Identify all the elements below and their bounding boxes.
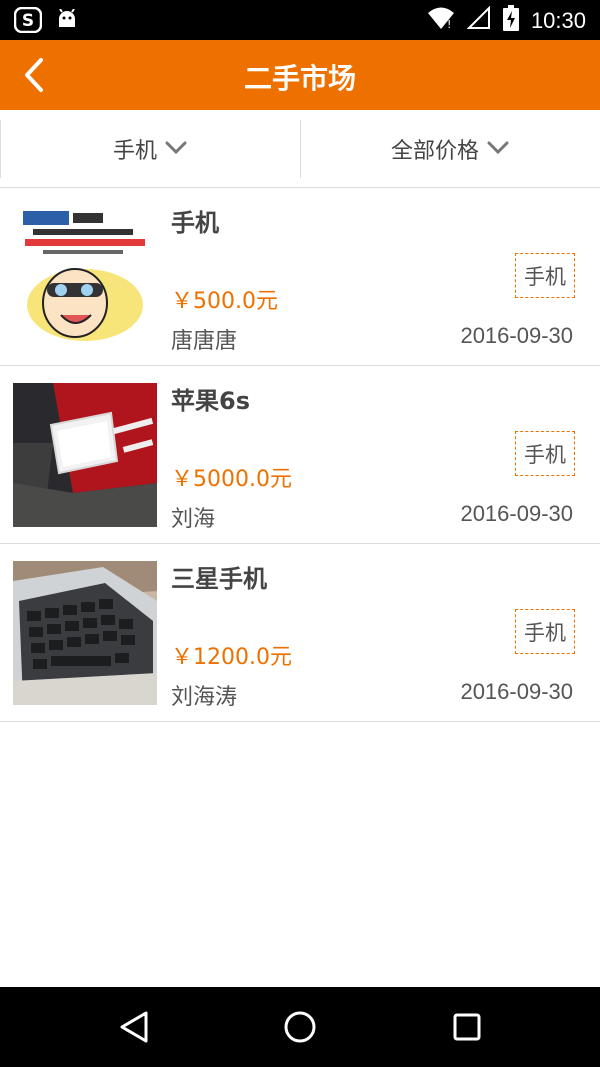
list-item[interactable]: 手机 手机 ￥500.0元 唐唐唐 2016-09-30 [0,188,600,366]
item-date: 2016-09-30 [460,323,573,348]
item-price: ￥5000.0元 [171,467,292,492]
item-seller: 唐唐唐 [171,329,238,354]
item-seller: 刘海涛 [171,685,238,710]
android-icon [56,8,78,35]
signal-icon [466,5,491,36]
category-tag: 手机 [515,431,575,476]
category-tag: 手机 [515,609,575,654]
svg-text:S: S [22,11,34,31]
sogou-icon: S [13,6,43,37]
phone-photo-image [13,383,157,527]
filter-bar: 手机 全部价格 [0,110,600,188]
filter-category[interactable]: 手机 [0,110,300,187]
item-price: ￥500.0元 [171,289,278,314]
item-seller: 刘海 [171,507,216,532]
item-date: 2016-09-30 [460,501,573,526]
filter-category-label: 手机 [112,138,157,164]
back-triangle-icon[interactable] [114,1007,154,1047]
system-nav-bar [0,987,600,1067]
chevron-down-icon [165,136,187,161]
app-bar: 二手市场 [0,40,600,110]
divider [300,120,301,178]
laptop-keyboard-image [13,561,157,705]
product-list: 手机 手机 ￥500.0元 唐唐唐 2016-09-30 苹果6s 手机 ￥50… [0,188,600,722]
wifi-icon: ! [427,6,455,36]
item-title: 三星手机 [171,565,267,593]
item-title: 手机 [171,209,219,237]
status-bar: S ! 10:30 [0,0,600,40]
recents-square-icon[interactable] [447,1007,487,1047]
list-item[interactable]: 苹果6s 手机 ￥5000.0元 刘海 2016-09-30 [0,366,600,544]
filter-price-label: 全部价格 [390,138,479,164]
item-date: 2016-09-30 [460,679,573,704]
item-title: 苹果6s [171,387,250,415]
home-circle-icon[interactable] [280,1007,320,1047]
status-time: 10:30 [530,8,586,33]
svg-text:!: ! [447,18,451,30]
chevron-down-icon [487,136,509,161]
filter-price[interactable]: 全部价格 [300,110,600,187]
category-tag: 手机 [515,253,575,298]
item-price: ￥1200.0元 [171,645,292,670]
list-item[interactable]: 三星手机 手机 ￥1200.0元 刘海涛 2016-09-30 [0,544,600,722]
divider [0,120,1,178]
page-title: 二手市场 [243,62,356,95]
cartoon-meme-image [13,205,157,349]
battery-icon [502,5,519,37]
